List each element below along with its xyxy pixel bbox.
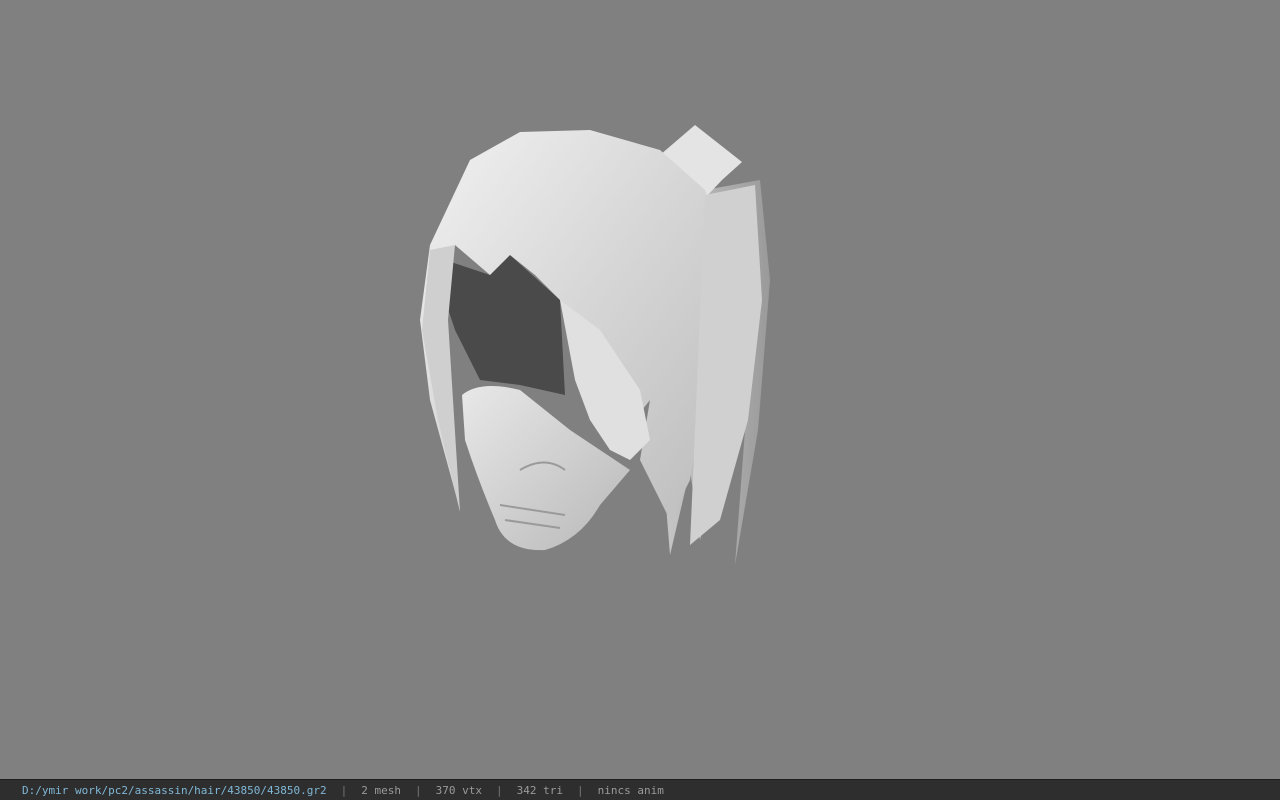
animation-info-text: nincs anim [597,783,664,797]
3d-viewport[interactable] [0,0,1280,779]
separator: | [415,783,422,797]
status-bar: D:/ymir work/pc2/assassin/hair/43850/438… [0,779,1280,800]
separator: | [340,783,348,797]
vertex-count-text: 370 vtx [435,783,482,797]
mesh-count-text: 2 mesh [361,783,402,797]
separator: | [576,783,584,797]
file-path-text: D:/ymir work/pc2/assassin/hair/43850/438… [22,783,327,797]
hair-model-render[interactable] [0,0,1280,779]
separator: | [496,783,503,797]
triangle-count-text: 342 tri [516,783,563,797]
